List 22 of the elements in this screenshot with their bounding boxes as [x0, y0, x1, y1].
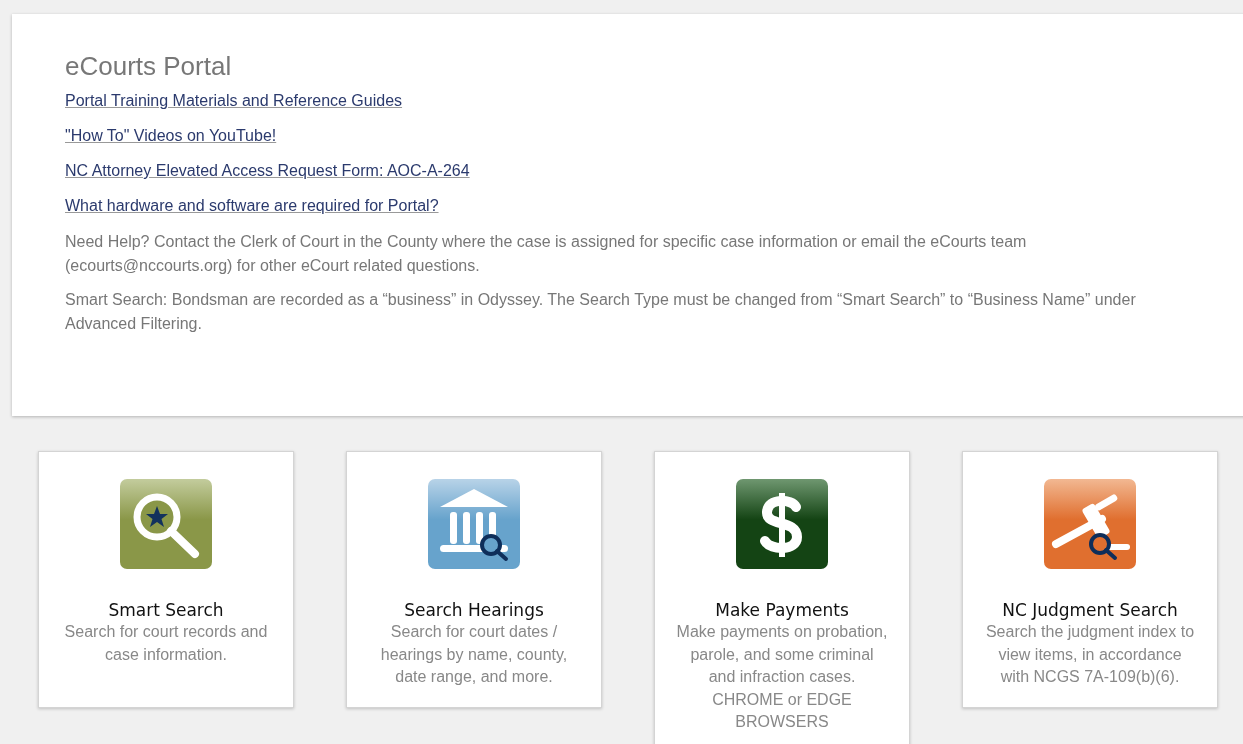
portal-link[interactable]: What hardware and software are required for Portal?	[65, 197, 439, 214]
card-title: Make Payments	[715, 599, 849, 621]
portal-link[interactable]: Portal Training Materials and Reference Guides	[65, 92, 403, 109]
help-paragraph: Smart Search: Bondsman are recorded as a “business” in Odyssey. The Search Type must be changed from “Smart Search” to “Business Name” under Advanced Filtering.	[65, 290, 1137, 334]
help-paragraph: Need Help? Contact the Clerk of Court in the County where the case is assigned for specific case information or email the eCourts team (ecourts@nccourts.org) for other eCourt related questions.	[65, 232, 1028, 276]
card-description: Search for court dates / hearings by name, county, date range, and more.	[379, 622, 569, 687]
portal-link[interactable]: NC Attorney Elevated Access Request Form: AOC-A-264	[65, 162, 470, 179]
portal-title: eCourts Portal	[65, 50, 233, 82]
courthouse-magnifier-icon	[428, 479, 520, 569]
service-card[interactable]: NC Judgment Search Search the judgment index to view items, in accordance with NCGS 7A-109(b)(6).	[962, 451, 1218, 708]
portal-link[interactable]: "How To" Videos on YouTube!	[65, 127, 277, 144]
gavel-magnifier-icon	[1044, 479, 1136, 569]
card-title: NC Judgment Search	[1002, 599, 1178, 621]
service-card[interactable]: Search Hearings Search for court dates / hearings by name, county, date range, and more.	[346, 451, 602, 708]
card-description: Make payments on probation, parole, and some criminal and infraction cases. CHROME or EDGE BROWSERS	[675, 622, 889, 732]
service-card[interactable]: Smart Search Search for court records and case information.	[38, 451, 294, 708]
service-card[interactable]: Make Payments Make payments on probation, parole, and some criminal and infraction cases. CHROME or EDGE BROWSERS	[654, 451, 910, 744]
card-description: Search the judgment index to view items, in accordance with NCGS 7A-109(b)(6).	[984, 622, 1196, 687]
card-title: Search Hearings	[404, 599, 544, 621]
dollar-icon	[736, 479, 828, 569]
card-title: Smart Search	[108, 599, 224, 621]
card-description: Search for court records and case information.	[63, 622, 269, 665]
